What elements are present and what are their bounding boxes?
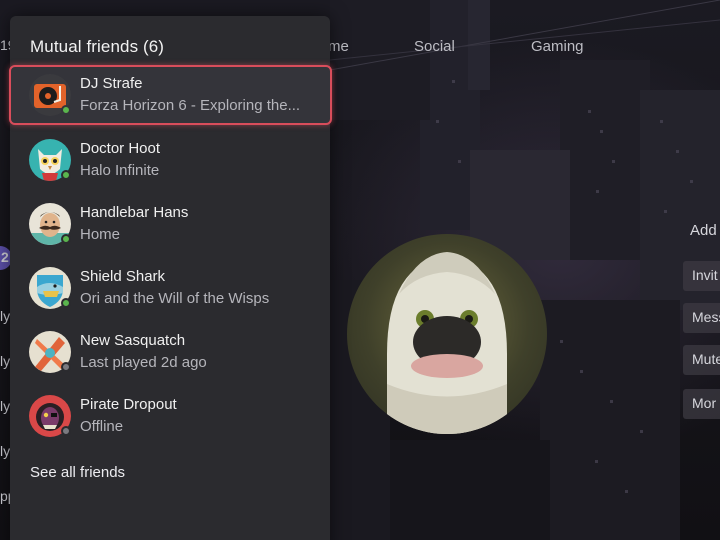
friend-name: Pirate Dropout	[80, 396, 177, 413]
friend-item-dj-strafe[interactable]: DJ Strafe Forza Horizon 6 - Exploring th…	[9, 65, 332, 125]
offline-status-dot	[61, 426, 71, 436]
friend-status: Offline	[80, 418, 124, 435]
mutual-friends-panel: Mutual friends (6) DJ Strafe Forza Horiz…	[9, 16, 332, 540]
offline-status-dot	[61, 362, 71, 372]
friend-name: DJ Strafe	[80, 75, 143, 92]
clipped-text: ly	[0, 353, 11, 369]
add-friend-button[interactable]: Add	[690, 222, 720, 252]
clipped-text: ly	[0, 308, 11, 324]
online-status-dot	[61, 298, 71, 308]
invite-button[interactable]: Invit	[683, 261, 720, 291]
friend-status: Forza Horizon 6 - Exploring the...	[80, 97, 301, 114]
clipped-text: ly	[0, 443, 11, 459]
tab-gaming[interactable]: Gaming	[531, 38, 584, 55]
tab-home[interactable]: me	[328, 38, 349, 55]
friend-name: Handlebar Hans	[80, 204, 189, 221]
panel-title: Mutual friends (6)	[30, 37, 165, 56]
message-button[interactable]: Mess	[683, 303, 720, 333]
online-status-dot	[61, 105, 71, 115]
mute-button[interactable]: Mute	[683, 345, 720, 375]
friend-status: Last played 2d ago	[80, 354, 207, 371]
friend-name: New Sasquatch	[80, 332, 186, 349]
clipped-text: ly	[0, 398, 11, 414]
friend-item-shield-shark[interactable]: Shield Shark Ori and the Will of the Wis…	[10, 259, 330, 317]
online-status-dot	[61, 234, 71, 244]
friend-item-pirate-dropout[interactable]: Pirate Dropout Offline	[10, 387, 330, 445]
profile-avatar-sasquatch-icon	[347, 234, 547, 434]
friend-name: Doctor Hoot	[80, 140, 161, 157]
friend-name: Shield Shark	[80, 268, 166, 285]
friend-status: Halo Infinite	[80, 162, 160, 179]
friend-status: Ori and the Will of the Wisps	[80, 290, 270, 307]
see-all-friends-link[interactable]: See all friends	[30, 464, 125, 481]
more-button[interactable]: Mor	[683, 389, 720, 419]
friend-item-doctor-hoot[interactable]: Doctor Hoot Halo Infinite	[10, 131, 330, 189]
online-status-dot	[61, 170, 71, 180]
friend-item-new-sasquatch[interactable]: New Sasquatch Last played 2d ago	[10, 323, 330, 381]
tab-social[interactable]: Social	[414, 38, 455, 55]
friend-status: Home	[80, 226, 121, 243]
friend-item-handlebar-hans[interactable]: Handlebar Hans Home	[10, 195, 330, 253]
